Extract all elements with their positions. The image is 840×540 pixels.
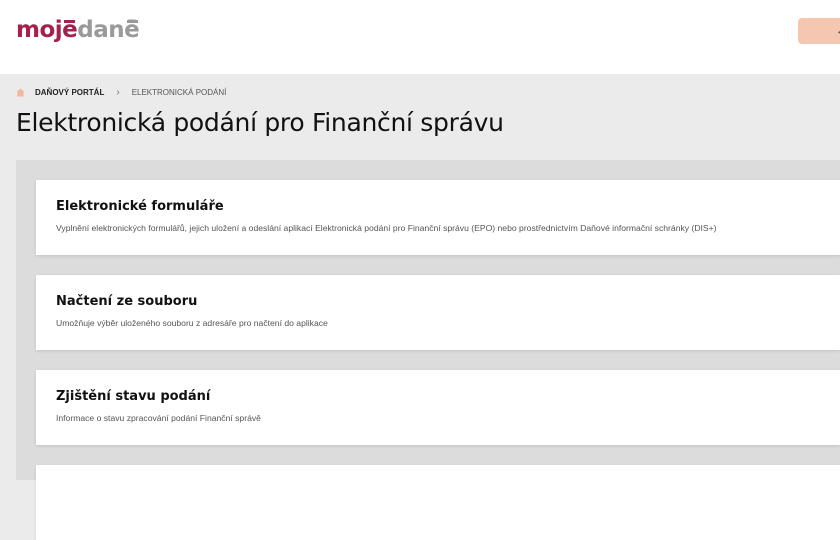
page-title: Elektronická podání pro Finanční správu — [16, 108, 504, 137]
card-partial[interactable] — [36, 465, 840, 540]
card-zjisteni-stavu-podani[interactable]: Zjištění stavu podání Informace o stavu … — [36, 370, 840, 445]
logo-text-dane: danē — [77, 17, 140, 43]
card-description: Informace o stavu zpracování podání Fina… — [56, 413, 261, 423]
card-title: Zjištění stavu podání — [56, 389, 211, 404]
card-elektronicke-formulare[interactable]: Elektronické formuláře Vyplnění elektron… — [36, 180, 840, 255]
header: mojedanē ← — [0, 0, 840, 74]
header-action-label: ← — [836, 25, 840, 37]
breadcrumb-item-danovy-portal[interactable]: DAŇOVÝ PORTÁL — [35, 88, 104, 97]
card-description: Umožňuje výběr uloženého souboru z adres… — [56, 318, 328, 328]
card-description: Vyplnění elektronických formulářů, jejic… — [56, 223, 717, 233]
mojedane-logo[interactable]: mojedanē — [16, 15, 140, 45]
breadcrumb-separator: › — [116, 86, 120, 98]
card-nacteni-ze-souboru[interactable]: Načtení ze souboru Umožňuje výběr uložen… — [36, 275, 840, 350]
header-action-button[interactable]: ← — [798, 18, 840, 44]
breadcrumb: DAŇOVÝ PORTÁL › ELEKTRONICKÁ PODÁNÍ — [16, 86, 226, 98]
card-title: Načtení ze souboru — [56, 294, 198, 309]
home-icon[interactable] — [16, 87, 25, 97]
breadcrumb-item-elektronicka-podani: ELEKTRONICKÁ PODÁNÍ — [131, 87, 227, 97]
card-title: Elektronické formuláře — [56, 199, 224, 214]
services-panel: Elektronické formuláře Vyplnění elektron… — [16, 160, 840, 540]
